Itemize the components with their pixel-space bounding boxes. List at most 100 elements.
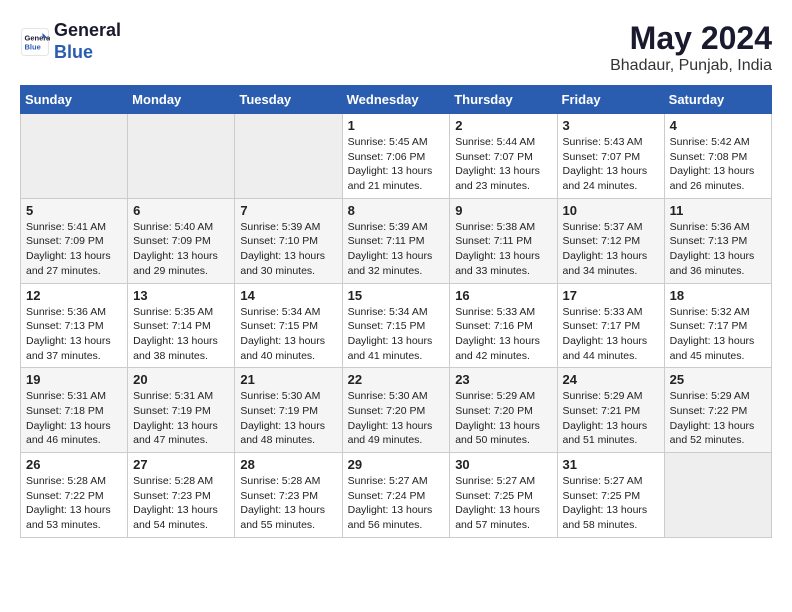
- day-number: 12: [26, 288, 122, 303]
- day-number: 14: [240, 288, 336, 303]
- cell-info: Sunrise: 5:27 AM Sunset: 7:25 PM Dayligh…: [455, 474, 551, 533]
- calendar-cell: 13 Sunrise: 5:35 AM Sunset: 7:14 PM Dayli…: [128, 283, 235, 368]
- cell-info: Sunrise: 5:28 AM Sunset: 7:23 PM Dayligh…: [240, 474, 336, 533]
- day-number: 11: [670, 203, 766, 218]
- cell-info: Sunrise: 5:34 AM Sunset: 7:15 PM Dayligh…: [348, 305, 445, 364]
- calendar-cell: 22 Sunrise: 5:30 AM Sunset: 7:20 PM Dayli…: [342, 368, 450, 453]
- cell-info: Sunrise: 5:29 AM Sunset: 7:22 PM Dayligh…: [670, 389, 766, 448]
- day-number: 24: [563, 372, 659, 387]
- cell-info: Sunrise: 5:36 AM Sunset: 7:13 PM Dayligh…: [26, 305, 122, 364]
- cell-info: Sunrise: 5:27 AM Sunset: 7:25 PM Dayligh…: [563, 474, 659, 533]
- calendar-week-3: 19Sunrise: 5:31 AM Sunset: 7:18 PM Dayli…: [21, 368, 772, 453]
- day-header-tuesday: Tuesday: [235, 86, 342, 114]
- calendar-cell: 24 Sunrise: 5:29 AM Sunset: 7:21 PM Dayli…: [557, 368, 664, 453]
- day-number: 16: [455, 288, 551, 303]
- day-number: 2: [455, 118, 551, 133]
- day-number: 26: [26, 457, 122, 472]
- cell-info: Sunrise: 5:27 AM Sunset: 7:24 PM Dayligh…: [348, 474, 445, 533]
- day-number: 13: [133, 288, 229, 303]
- cell-info: Sunrise: 5:37 AM Sunset: 7:12 PM Dayligh…: [563, 220, 659, 279]
- day-number: 30: [455, 457, 551, 472]
- calendar-week-2: 12 Sunrise: 5:36 AM Sunset: 7:13 PM Dayli…: [21, 283, 772, 368]
- cell-info: Sunrise: 5:36 AM Sunset: 7:13 PM Dayligh…: [670, 220, 766, 279]
- day-number: 31: [563, 457, 659, 472]
- calendar-cell: 20 Sunrise: 5:31 AM Sunset: 7:19 PM Dayli…: [128, 368, 235, 453]
- day-number: 20: [133, 372, 229, 387]
- cell-info: Sunrise: 5:29 AM Sunset: 7:20 PM Dayligh…: [455, 389, 551, 448]
- calendar-cell: 21Sunrise: 5:30 AM Sunset: 7:19 PM Dayli…: [235, 368, 342, 453]
- day-number: 9: [455, 203, 551, 218]
- day-header-saturday: Saturday: [664, 86, 771, 114]
- cell-info: Sunrise: 5:35 AM Sunset: 7:14 PM Dayligh…: [133, 305, 229, 364]
- calendar-cell: [235, 114, 342, 199]
- calendar-cell: 1 Sunrise: 5:45 AM Sunset: 7:06 PM Daylig…: [342, 114, 450, 199]
- day-number: 19: [26, 372, 122, 387]
- cell-info: Sunrise: 5:38 AM Sunset: 7:11 PM Dayligh…: [455, 220, 551, 279]
- cell-info: Sunrise: 5:30 AM Sunset: 7:20 PM Dayligh…: [348, 389, 445, 448]
- day-number: 8: [348, 203, 445, 218]
- calendar: SundayMondayTuesdayWednesdayThursdayFrid…: [20, 85, 772, 538]
- calendar-cell: 7 Sunrise: 5:39 AM Sunset: 7:10 PM Daylig…: [235, 198, 342, 283]
- cell-info: Sunrise: 5:43 AM Sunset: 7:07 PM Dayligh…: [563, 135, 659, 194]
- calendar-header-row: SundayMondayTuesdayWednesdayThursdayFrid…: [21, 86, 772, 114]
- calendar-cell: 14 Sunrise: 5:34 AM Sunset: 7:15 PM Dayli…: [235, 283, 342, 368]
- cell-info: Sunrise: 5:44 AM Sunset: 7:07 PM Dayligh…: [455, 135, 551, 194]
- calendar-cell: 11 Sunrise: 5:36 AM Sunset: 7:13 PM Dayli…: [664, 198, 771, 283]
- cell-info: Sunrise: 5:42 AM Sunset: 7:08 PM Dayligh…: [670, 135, 766, 194]
- day-header-friday: Friday: [557, 86, 664, 114]
- cell-info: Sunrise: 5:32 AM Sunset: 7:17 PM Dayligh…: [670, 305, 766, 364]
- day-number: 25: [670, 372, 766, 387]
- day-number: 27: [133, 457, 229, 472]
- calendar-cell: [128, 114, 235, 199]
- cell-info: Sunrise: 5:29 AM Sunset: 7:21 PM Dayligh…: [563, 389, 659, 448]
- day-number: 15: [348, 288, 445, 303]
- cell-info: Sunrise: 5:33 AM Sunset: 7:16 PM Dayligh…: [455, 305, 551, 364]
- calendar-cell: 12 Sunrise: 5:36 AM Sunset: 7:13 PM Dayli…: [21, 283, 128, 368]
- cell-info: Sunrise: 5:39 AM Sunset: 7:11 PM Dayligh…: [348, 220, 445, 279]
- page-header: General Blue General Blue May 2024 Bhada…: [20, 20, 772, 75]
- calendar-cell: 27 Sunrise: 5:28 AM Sunset: 7:23 PM Dayli…: [128, 453, 235, 538]
- day-number: 7: [240, 203, 336, 218]
- cell-info: Sunrise: 5:30 AM Sunset: 7:19 PM Dayligh…: [240, 389, 336, 448]
- day-number: 3: [563, 118, 659, 133]
- logo: General Blue General Blue: [20, 20, 121, 63]
- cell-info: Sunrise: 5:28 AM Sunset: 7:23 PM Dayligh…: [133, 474, 229, 533]
- calendar-cell: 19Sunrise: 5:31 AM Sunset: 7:18 PM Dayli…: [21, 368, 128, 453]
- calendar-week-1: 5Sunrise: 5:41 AM Sunset: 7:09 PM Daylig…: [21, 198, 772, 283]
- day-header-wednesday: Wednesday: [342, 86, 450, 114]
- location: Bhadaur, Punjab, India: [610, 57, 772, 75]
- calendar-cell: 16 Sunrise: 5:33 AM Sunset: 7:16 PM Dayli…: [450, 283, 557, 368]
- day-header-monday: Monday: [128, 86, 235, 114]
- day-number: 6: [133, 203, 229, 218]
- cell-info: Sunrise: 5:33 AM Sunset: 7:17 PM Dayligh…: [563, 305, 659, 364]
- cell-info: Sunrise: 5:31 AM Sunset: 7:19 PM Dayligh…: [133, 389, 229, 448]
- day-number: 4: [670, 118, 766, 133]
- day-number: 1: [348, 118, 445, 133]
- cell-info: Sunrise: 5:40 AM Sunset: 7:09 PM Dayligh…: [133, 220, 229, 279]
- cell-info: Sunrise: 5:34 AM Sunset: 7:15 PM Dayligh…: [240, 305, 336, 364]
- day-number: 23: [455, 372, 551, 387]
- calendar-cell: 8 Sunrise: 5:39 AM Sunset: 7:11 PM Daylig…: [342, 198, 450, 283]
- cell-info: Sunrise: 5:28 AM Sunset: 7:22 PM Dayligh…: [26, 474, 122, 533]
- calendar-cell: 3 Sunrise: 5:43 AM Sunset: 7:07 PM Daylig…: [557, 114, 664, 199]
- cell-info: Sunrise: 5:39 AM Sunset: 7:10 PM Dayligh…: [240, 220, 336, 279]
- calendar-cell: 9 Sunrise: 5:38 AM Sunset: 7:11 PM Daylig…: [450, 198, 557, 283]
- day-number: 17: [563, 288, 659, 303]
- day-number: 5: [26, 203, 122, 218]
- month-title: May 2024: [610, 20, 772, 57]
- svg-text:Blue: Blue: [25, 42, 41, 51]
- day-number: 22: [348, 372, 445, 387]
- calendar-week-0: 1 Sunrise: 5:45 AM Sunset: 7:06 PM Daylig…: [21, 114, 772, 199]
- calendar-cell: 10Sunrise: 5:37 AM Sunset: 7:12 PM Dayli…: [557, 198, 664, 283]
- calendar-cell: 5Sunrise: 5:41 AM Sunset: 7:09 PM Daylig…: [21, 198, 128, 283]
- day-header-sunday: Sunday: [21, 86, 128, 114]
- calendar-cell: 30 Sunrise: 5:27 AM Sunset: 7:25 PM Dayli…: [450, 453, 557, 538]
- calendar-cell: [21, 114, 128, 199]
- calendar-cell: [664, 453, 771, 538]
- day-number: 18: [670, 288, 766, 303]
- calendar-cell: 18 Sunrise: 5:32 AM Sunset: 7:17 PM Dayli…: [664, 283, 771, 368]
- title-block: May 2024 Bhadaur, Punjab, India: [610, 20, 772, 75]
- cell-info: Sunrise: 5:45 AM Sunset: 7:06 PM Dayligh…: [348, 135, 445, 194]
- day-header-thursday: Thursday: [450, 86, 557, 114]
- calendar-cell: 6 Sunrise: 5:40 AM Sunset: 7:09 PM Daylig…: [128, 198, 235, 283]
